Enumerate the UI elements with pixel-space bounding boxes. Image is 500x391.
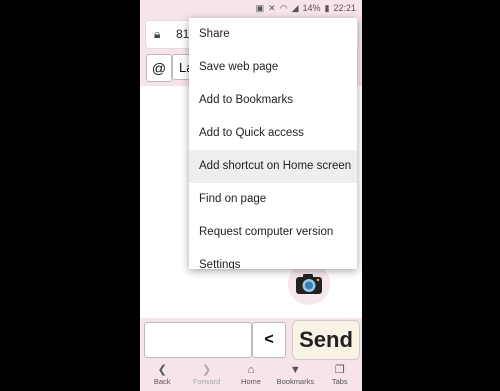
- menu-item-add-shortcut-home[interactable]: Add shortcut on Home screen: [189, 150, 357, 183]
- menu-item-request-computer-version[interactable]: Request computer version: [189, 216, 357, 249]
- menu-item-add-to-quick-access[interactable]: Add to Quick access: [189, 117, 357, 150]
- send-button[interactable]: Send: [292, 320, 360, 360]
- nav-back-label: Back: [153, 377, 171, 386]
- at-button[interactable]: @: [146, 54, 172, 82]
- tabs-icon: ❐: [334, 364, 345, 376]
- battery-percent: 14%: [302, 3, 321, 13]
- bookmark-icon: ▼: [289, 364, 301, 376]
- wifi-icon: ◠: [279, 3, 288, 13]
- phone-screen: ▣ ✕ ◠ ◢ 14% ▮ 22:21 🔒︎ 81.a @ La Share S…: [140, 0, 362, 391]
- status-bar: ▣ ✕ ◠ ◢ 14% ▮ 22:21: [140, 0, 362, 16]
- signal-icon: ◢: [291, 3, 299, 13]
- nav-tabs-label: Tabs: [331, 377, 348, 386]
- nav-forward-label: Forward: [192, 377, 221, 386]
- camera-icon: [296, 274, 322, 294]
- status-right: ▣ ✕ ◠ ◢ 14% ▮ 22:21: [256, 2, 356, 14]
- nav-home[interactable]: ⌂ Home: [229, 362, 273, 387]
- nav-tabs[interactable]: ❐ Tabs: [318, 362, 362, 387]
- clock: 22:21: [333, 3, 356, 13]
- nav-forward[interactable]: ❯ Forward: [185, 362, 229, 387]
- message-input[interactable]: [144, 322, 252, 358]
- nav-back[interactable]: ❮ Back: [140, 362, 184, 387]
- menu-item-share[interactable]: Share: [189, 18, 357, 51]
- menu-item-settings[interactable]: Settings: [189, 249, 357, 269]
- menu-item-save-web-page[interactable]: Save web page: [189, 51, 357, 84]
- forward-icon: ❯: [201, 364, 212, 376]
- nav-bookmarks[interactable]: ▼ Bookmarks: [273, 362, 317, 387]
- home-icon: ⌂: [247, 364, 255, 376]
- mute-icon: ✕: [268, 3, 276, 13]
- bottom-nav: ❮ Back ❯ Forward ⌂ Home ▼ Bookmarks ❐ Ta…: [140, 362, 362, 391]
- notification-icon: ▣: [255, 3, 265, 13]
- camera-button[interactable]: [288, 263, 330, 305]
- input-row: < Send: [140, 318, 362, 362]
- menu-item-add-to-bookmarks[interactable]: Add to Bookmarks: [189, 84, 357, 117]
- battery-icon: ▮: [324, 3, 330, 13]
- less-than-button[interactable]: <: [252, 322, 286, 358]
- menu-item-find-on-page[interactable]: Find on page: [189, 183, 357, 216]
- lock-icon: 🔒︎: [154, 27, 161, 41]
- nav-home-label: Home: [240, 377, 261, 386]
- nav-bookmarks-label: Bookmarks: [276, 377, 315, 386]
- back-icon: ❮: [157, 364, 167, 376]
- overflow-menu: Share Save web page Add to Bookmarks Add…: [189, 18, 357, 269]
